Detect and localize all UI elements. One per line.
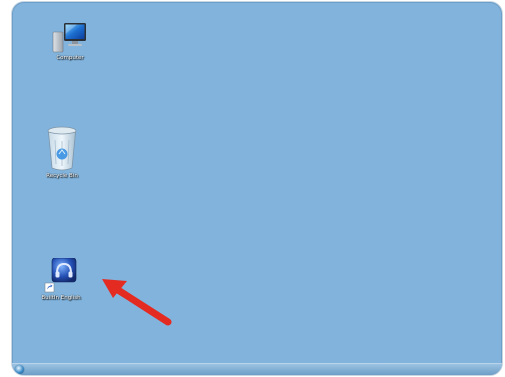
desktop-icon-recycle-bin[interactable]: Recycle Bin bbox=[32, 126, 92, 180]
desktop-icon-label: Computer bbox=[56, 55, 84, 61]
headset-app-shortcut-icon bbox=[44, 258, 77, 293]
computer-icon bbox=[52, 23, 86, 53]
taskbar bbox=[12, 363, 502, 375]
start-orb-icon[interactable] bbox=[15, 365, 24, 374]
desktop-icon-label: BuiltIn English bbox=[41, 295, 81, 301]
red-arrow-icon bbox=[102, 279, 172, 326]
desktop-icon-builtin-english[interactable]: BuiltIn English bbox=[31, 258, 91, 302]
recycle-bin-icon bbox=[47, 126, 77, 171]
desktop-icon-label: Recycle Bin bbox=[46, 173, 78, 179]
desktop-icon-computer[interactable]: Computer bbox=[40, 20, 100, 62]
desktop: Computer Recycle Bin BuiltIn English bbox=[12, 2, 502, 375]
